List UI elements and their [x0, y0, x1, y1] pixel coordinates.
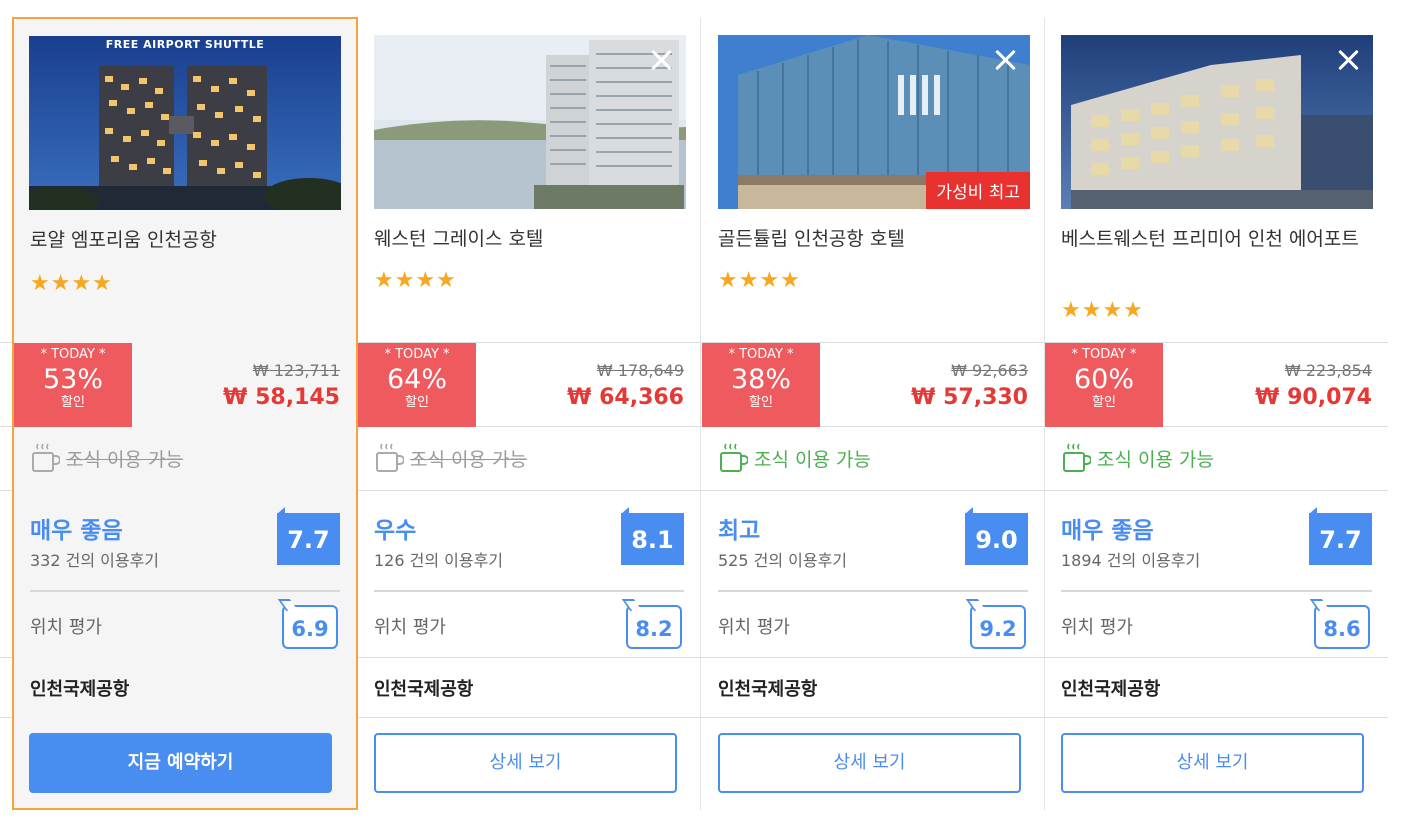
- star-rating: ★★★★: [374, 268, 457, 293]
- divider: [30, 590, 340, 592]
- discount-badge: * TODAY * 53% 할인: [14, 343, 132, 427]
- discount-percent: 64%: [386, 364, 447, 395]
- location-score-badge: 8.6: [1314, 605, 1370, 649]
- hotel-name[interactable]: 베스트웨스턴 프리미어 인천 에어포트: [1061, 225, 1361, 253]
- original-price: ₩ 178,649: [596, 361, 684, 380]
- discount-badge: * TODAY * 60% 할인: [1045, 343, 1163, 427]
- review-score-badge: 9.0: [965, 507, 1028, 565]
- coffee-cup-icon: [32, 443, 60, 472]
- discount-unit: 할인: [61, 395, 85, 410]
- divider: [718, 590, 1028, 592]
- rating-word: 최고: [718, 518, 761, 544]
- location-label: 위치 평가: [30, 617, 102, 638]
- star-rating: ★★★★: [1061, 298, 1144, 323]
- discount-unit: 할인: [749, 395, 773, 410]
- breakfast-label: 조식 이용 가능: [754, 448, 871, 471]
- deal-row: * TODAY * 38% 할인 ₩ 92,663 ₩ 57,330: [702, 343, 1044, 427]
- hotel-card[interactable]: 가성비 최고 골든튤립 인천공항 호텔 ★★★★ * TODAY * 38% 할…: [702, 18, 1045, 810]
- deal-row: * TODAY * 64% 할인 ₩ 178,649 ₩ 64,366: [358, 343, 700, 427]
- rating-word: 매우 좋음: [1061, 518, 1154, 544]
- hotel-photo[interactable]: [374, 35, 686, 209]
- coffee-cup-icon: [376, 443, 404, 472]
- original-price: ₩ 223,854: [1284, 361, 1372, 380]
- deal-row: * TODAY * 53% 할인 ₩ 123,711 ₩ 58,145: [14, 343, 356, 427]
- review-count[interactable]: 1894 건의 이용후기: [1061, 547, 1200, 571]
- coffee-cup-icon: [1063, 443, 1091, 472]
- review-score-badge: 7.7: [277, 507, 340, 565]
- location-label: 위치 평가: [374, 617, 446, 638]
- hotel-card[interactable]: 웨스턴 그레이스 호텔 ★★★★ * TODAY * 64% 할인 ₩ 178,…: [358, 18, 701, 810]
- view-details-button[interactable]: 상세 보기: [374, 733, 677, 793]
- breakfast-info: 조식 이용 가능: [1061, 442, 1214, 474]
- final-price: ₩ 58,145: [223, 385, 340, 410]
- rating-word: 매우 좋음: [30, 518, 123, 544]
- divider: [1061, 590, 1372, 592]
- original-price: ₩ 123,711: [252, 361, 340, 380]
- discount-unit: 할인: [1092, 395, 1116, 410]
- star-rating: ★★★★: [718, 268, 801, 293]
- today-label: * TODAY *: [40, 347, 106, 362]
- location-score-badge: 8.2: [626, 605, 682, 649]
- review-count[interactable]: 126 건의 이용후기: [374, 547, 503, 571]
- hotel-area: 인천국제공항: [30, 679, 130, 700]
- review-count[interactable]: 525 건의 이용후기: [718, 547, 847, 571]
- divider: [374, 590, 684, 592]
- close-icon[interactable]: [992, 47, 1018, 73]
- original-price: ₩ 92,663: [951, 361, 1028, 380]
- hotel-photo[interactable]: FREE AIRPORT SHUTTLE: [29, 36, 341, 210]
- discount-unit: 할인: [405, 395, 429, 410]
- hotel-card-selected[interactable]: FREE AIRPORT SHUTTLE 로얄 엠포리움 인천공항 ★★★★ *…: [12, 17, 358, 810]
- photo-caption: FREE AIRPORT SHUTTLE: [105, 38, 265, 51]
- star-rating: ★★★★: [30, 271, 113, 296]
- location-score-badge: 9.2: [970, 605, 1026, 649]
- review-score-badge: 7.7: [1309, 507, 1372, 565]
- discount-percent: 60%: [1073, 364, 1134, 395]
- value-badge: 가성비 최고: [926, 172, 1030, 209]
- final-price: ₩ 57,330: [911, 385, 1028, 410]
- hotel-area: 인천국제공항: [718, 679, 818, 700]
- discount-badge: * TODAY * 64% 할인: [358, 343, 476, 427]
- hotel-name[interactable]: 로얄 엠포리움 인천공항: [30, 226, 330, 254]
- hotel-card[interactable]: 베스트웨스턴 프리미어 인천 에어포트 ★★★★ * TODAY * 60% 할…: [1045, 18, 1388, 810]
- coffee-cup-icon: [720, 443, 748, 472]
- breakfast-info: 조식 이용 가능: [718, 442, 871, 474]
- breakfast-label: 조식 이용 가능: [410, 448, 527, 471]
- breakfast-info: 조식 이용 가능: [30, 442, 183, 474]
- close-icon[interactable]: [648, 47, 674, 73]
- breakfast-label: 조식 이용 가능: [1097, 448, 1214, 471]
- today-label: * TODAY *: [384, 347, 450, 362]
- breakfast-label: 조식 이용 가능: [66, 448, 183, 471]
- deal-row: * TODAY * 60% 할인 ₩ 223,854 ₩ 90,074: [1045, 343, 1388, 427]
- hotel-name[interactable]: 웨스턴 그레이스 호텔: [374, 225, 674, 253]
- discount-percent: 53%: [42, 364, 103, 395]
- rating-word: 우수: [374, 518, 417, 544]
- hotel-comparison: FREE AIRPORT SHUTTLE 로얄 엠포리움 인천공항 ★★★★ *…: [0, 0, 1425, 828]
- hotel-photo[interactable]: 가성비 최고: [718, 35, 1030, 209]
- breakfast-info: 조식 이용 가능: [374, 442, 527, 474]
- discount-percent: 38%: [730, 364, 791, 395]
- final-price: ₩ 90,074: [1255, 385, 1372, 410]
- location-label: 위치 평가: [1061, 617, 1133, 638]
- location-label: 위치 평가: [718, 617, 790, 638]
- close-icon[interactable]: [1335, 47, 1361, 73]
- hotel-area: 인천국제공항: [1061, 679, 1161, 700]
- hotel-area: 인천국제공항: [374, 679, 474, 700]
- final-price: ₩ 64,366: [567, 385, 684, 410]
- discount-badge: * TODAY * 38% 할인: [702, 343, 820, 427]
- hotel-photo[interactable]: [1061, 35, 1373, 209]
- location-score-badge: 6.9: [282, 605, 338, 649]
- hotel-name[interactable]: 골든튤립 인천공항 호텔: [718, 225, 1018, 253]
- review-count[interactable]: 332 건의 이용후기: [30, 547, 159, 571]
- view-details-button[interactable]: 상세 보기: [718, 733, 1021, 793]
- today-label: * TODAY *: [728, 347, 794, 362]
- view-details-button[interactable]: 상세 보기: [1061, 733, 1364, 793]
- today-label: * TODAY *: [1071, 347, 1137, 362]
- book-now-button[interactable]: 지금 예약하기: [29, 733, 332, 793]
- review-score-badge: 8.1: [621, 507, 684, 565]
